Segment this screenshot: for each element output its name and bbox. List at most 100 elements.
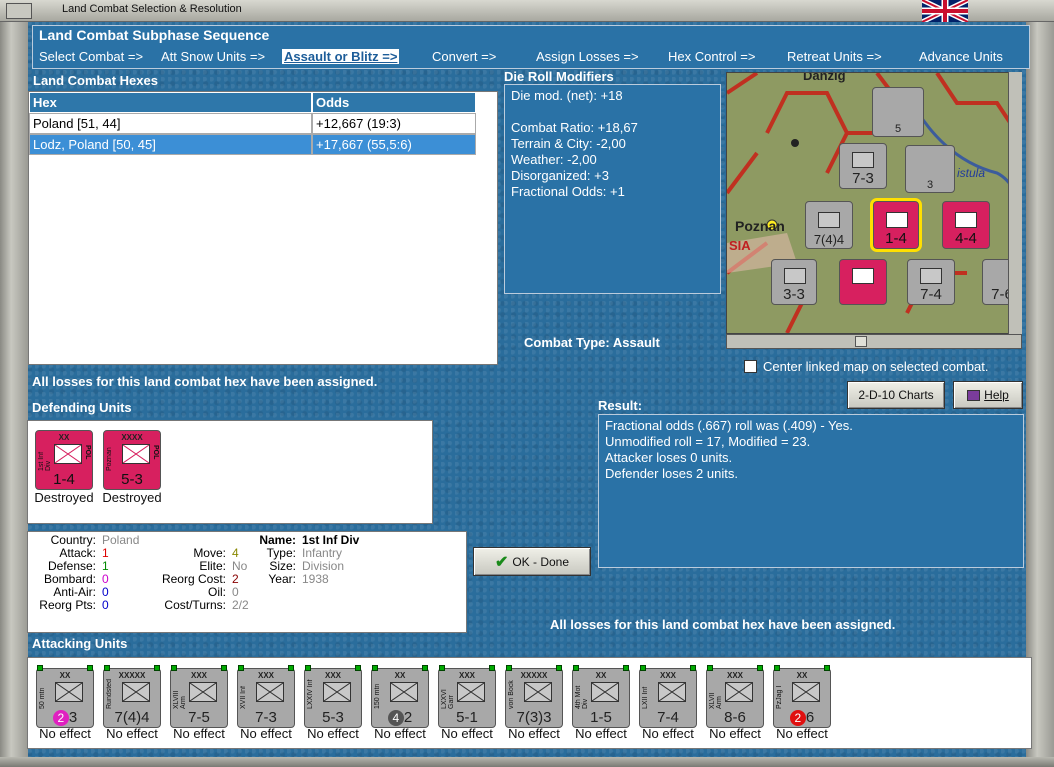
system-menu-button[interactable] [6, 3, 32, 19]
attacker-counter[interactable]: XXX XVII Inf 7-3 [237, 665, 295, 728]
step-select-combat: Select Combat => [39, 49, 144, 64]
year-value: 1938 [302, 572, 329, 586]
table-row[interactable]: Poland [51, 44] +12,667 (19:3) [29, 113, 497, 134]
result-line: Defender loses 2 units. [605, 466, 738, 481]
unit-info-panel: Country: Attack: Defense: Bombard: Anti-… [27, 531, 467, 633]
unit-name: von Bock [508, 680, 515, 709]
unit-strength: 42 [372, 709, 428, 726]
defender-counter[interactable]: XXXX Poznan POL 5-3 [103, 430, 161, 490]
drm-line: Fractional Odds: +1 [511, 184, 625, 199]
ok-done-label: OK - Done [512, 554, 570, 569]
combat-type-value: Assault [612, 335, 660, 350]
unit-symbol-icon [852, 268, 874, 284]
charts-button-label: 2-D-10 Charts [858, 388, 934, 402]
center-map-checkbox[interactable] [744, 360, 757, 373]
attacker-counter[interactable]: XXX XLVII Arm 8-6 [706, 665, 764, 728]
strength-badge: 4 [387, 710, 404, 726]
strength-badge: 2 [52, 710, 69, 726]
step-att-snow-units: Att Snow Units => [161, 49, 266, 64]
map-counter-poznan-army[interactable]: 4-4 [942, 201, 990, 249]
result-title: Result: [598, 398, 643, 413]
map-label-vistula: istula [957, 166, 986, 180]
unit-symbol-icon [457, 682, 485, 702]
attacker-counter[interactable]: XXX XLVIII Arm 7-5 [170, 665, 228, 728]
map-counter-1st-inf-div[interactable]: 1-4 [870, 198, 922, 252]
unit-name: 150 mtn [374, 683, 381, 709]
subphase-title: Land Combat Subphase Sequence [39, 27, 270, 43]
attacker-counter[interactable]: XXXXX Rundstedt 7(4)4 [103, 665, 161, 728]
unit-symbol-icon [784, 268, 806, 284]
step-hex-control: Hex Control => [668, 49, 756, 64]
step-advance-units: Advance Units [919, 49, 1003, 64]
subphase-sequence-panel: Land Combat Subphase Sequence Select Com… [32, 25, 1030, 69]
hex-cell: Lodz, Poland [50, 45] [29, 134, 312, 155]
attacker-status: No effect [240, 726, 292, 741]
linked-map[interactable]: Danzig Poznan istula SIA 5 3 7-3 7(4)4 4… [726, 72, 1022, 334]
unit-strength: 1-5 [590, 709, 612, 726]
attacker-status: No effect [173, 726, 225, 741]
attacker-counter[interactable]: XXXXX von Bock 7(3)3 [505, 665, 563, 728]
scrollbar-thumb[interactable] [855, 336, 867, 347]
help-button-label: Help [984, 388, 1009, 402]
combat-type: Combat Type: Assault [524, 335, 660, 350]
attacker-counter[interactable]: XXX LXXVI Garr 5-1 [438, 665, 496, 728]
map-counter-attacked[interactable] [839, 259, 887, 305]
counter-strength: 1-4 [885, 230, 907, 247]
attacker-counter[interactable]: XX 4th Mot Div 1-5 [572, 665, 630, 728]
losses-message-bottom: All losses for this land combat hex have… [550, 617, 896, 632]
strength-value: 6 [805, 709, 815, 726]
map-counter-stuka[interactable]: 5 [872, 87, 924, 137]
strength-value: 3 [68, 709, 78, 726]
map-counter-bf109[interactable]: 3 [905, 145, 955, 193]
map-counter-corps-2[interactable]: 7-4 [907, 259, 955, 305]
defender-status: Destroyed [102, 490, 162, 505]
losses-message-top: All losses for this land combat hex have… [32, 374, 378, 389]
attacker-counter[interactable]: XX PzJag I26 [773, 665, 831, 728]
ok-done-button[interactable]: ✔ OK - Done [473, 547, 591, 576]
costturns-label: Cost/Turns: [164, 598, 226, 612]
unit-name: PzJag I [776, 685, 783, 709]
attacker-counter[interactable]: XXX LXII Inf 7-4 [639, 665, 697, 728]
attacker-counter[interactable]: XX 50 mtn 2 3 [36, 665, 94, 728]
defender-counter[interactable]: XX 1st Inf Div POL 1-4 [35, 430, 93, 490]
reorgpts-label: Reorg Pts: [39, 598, 96, 612]
defending-title: Defending Units [32, 400, 132, 415]
col-header-odds[interactable]: Odds [312, 92, 476, 113]
unit-strength: 23 [37, 709, 93, 726]
odds-cell: +12,667 (19:3) [312, 113, 476, 134]
attacker-counter[interactable]: XX 150 mtn 4 2 [371, 665, 429, 728]
unit-name: Poznan [106, 447, 113, 471]
unit-name: XLVII Arm [709, 692, 723, 709]
counter-strength: 3-3 [783, 286, 805, 303]
counter-strength: 7-3 [852, 170, 874, 187]
col-header-hex[interactable]: Hex [29, 92, 312, 113]
unit-strength: 7(3)3 [516, 709, 552, 726]
step-assign-losses: Assign Losses => [536, 49, 639, 64]
unit-symbol-icon [323, 682, 351, 702]
attacker-status: No effect [776, 726, 828, 741]
charts-button[interactable]: 2-D-10 Charts [847, 381, 945, 409]
map-counter-division[interactable]: 3-3 [771, 259, 817, 305]
map-vertical-scrollbar[interactable] [1008, 72, 1022, 334]
attacker-counter[interactable]: XXX LXXIV Inf 5-3 [304, 665, 362, 728]
unit-symbol-icon [955, 212, 977, 228]
uk-flag-icon [922, 0, 968, 22]
map-horizontal-scrollbar[interactable] [726, 334, 1022, 349]
step-assault-or-blitz: Assault or Blitz => [282, 49, 400, 64]
map-counter-corps[interactable]: 7-3 [839, 143, 887, 189]
unit-symbol-icon [55, 682, 83, 702]
map-counter-army[interactable]: 7(4)4 [805, 201, 853, 249]
unit-symbol-icon [390, 682, 418, 702]
attacker-status: No effect [307, 726, 359, 741]
help-button[interactable]: Help [953, 381, 1023, 409]
unit-strength: 1-4 [53, 471, 75, 488]
defender-status: Destroyed [34, 490, 94, 505]
unit-name: XVII Inf [240, 686, 247, 709]
result-panel: Fractional odds (.667) roll was (.409) -… [598, 414, 1024, 568]
center-map-label: Center linked map on selected combat. [763, 359, 989, 374]
table-row-selected[interactable]: Lodz, Poland [50, 45] +17,667 (55,5:6) [29, 134, 497, 155]
window-frame-left [0, 0, 28, 767]
unit-name: Rundstedt [106, 679, 113, 709]
unit-name: 50 mtn [39, 687, 46, 709]
unit-strength: 5-3 [322, 709, 344, 726]
